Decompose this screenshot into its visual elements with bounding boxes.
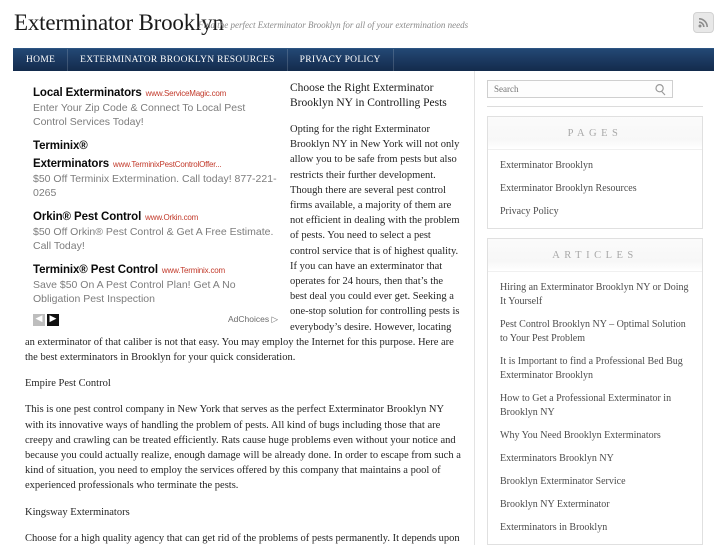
ad-title[interactable]: Orkin® Pest Control — [33, 211, 141, 223]
site-tagline: Find the perfect Exterminator Brooklyn f… — [198, 20, 469, 30]
search-box[interactable] — [487, 80, 673, 98]
ad-description: $50 Off Terminix Extermination. Call tod… — [33, 173, 277, 199]
widget-list-pages: Exterminator Brooklyn Exterminator Brook… — [488, 150, 702, 219]
search-widget — [487, 80, 703, 107]
ad-description: Save $50 On A Pest Control Plan! Get A N… — [33, 279, 236, 305]
list-item[interactable]: Privacy Policy — [500, 205, 690, 219]
nav-item-home[interactable]: HOME — [13, 49, 69, 71]
list-item[interactable]: Hiring an Exterminator Brooklyn NY or Do… — [500, 281, 690, 309]
nav-item-privacy-policy[interactable]: PRIVACY POLICY — [288, 49, 394, 71]
nav-filler — [394, 49, 714, 71]
list-item[interactable]: Exterminator Brooklyn Resources — [500, 182, 690, 196]
ad-title[interactable]: Terminix® Pest Control — [33, 264, 158, 276]
ad-description: $50 Off Orkin® Pest Control & Get A Free… — [33, 226, 274, 252]
body-wrapper: Local Exterminators www.ServiceMagic.com … — [13, 71, 714, 545]
article-paragraph-2: This is one pest control company in New … — [25, 404, 461, 492]
ad-title[interactable]: Local Exterminators — [33, 87, 142, 99]
ad-url[interactable]: www.TerminixPestControlOffer... — [113, 160, 222, 169]
list-item[interactable]: Why You Need Brooklyn Exterminators — [500, 429, 690, 443]
ad-unit[interactable]: Terminix® Pest Control www.Terminix.com S… — [33, 260, 278, 306]
ad-unit[interactable]: Terminix® Exterminators www.TerminixPestC… — [33, 136, 278, 200]
article-subheading-2: Kingsway Exterminators — [25, 506, 130, 518]
site-title: Exterminator Brooklyn — [14, 10, 224, 35]
list-item[interactable]: Exterminators Brooklyn NY — [500, 452, 690, 466]
ad-url[interactable]: www.ServiceMagic.com — [146, 89, 227, 98]
list-item[interactable]: Brooklyn NY Exterminator — [500, 498, 690, 512]
ad-unit[interactable]: Local Exterminators www.ServiceMagic.com … — [33, 83, 278, 129]
widget-title-articles: ARTICLES — [488, 239, 702, 272]
page-root: Exterminator Brooklyn Find the perfect E… — [0, 0, 727, 545]
ad-title[interactable]: Terminix® Exterminators — [33, 140, 109, 170]
widget-articles: ARTICLES Hiring an Exterminator Brooklyn… — [487, 238, 703, 545]
rss-feed-icon[interactable] — [693, 12, 714, 33]
ad-pagination: ◀ ▶ — [33, 313, 59, 326]
nav-item-resources[interactable]: EXTERMINATOR BROOKLYN RESOURCES — [68, 49, 288, 71]
sidebar: PAGES Exterminator Brooklyn Exterminator… — [475, 71, 711, 545]
widget-list-articles: Hiring an Exterminator Brooklyn NY or Do… — [488, 272, 702, 535]
widget-title-pages: PAGES — [488, 117, 702, 150]
main-navigation: HOME EXTERMINATOR BROOKLYN RESOURCES PRI… — [13, 48, 714, 71]
site-header: Exterminator Brooklyn Find the perfect E… — [0, 0, 727, 48]
main-content: Local Exterminators www.ServiceMagic.com … — [13, 71, 475, 545]
ad-next-arrow-icon[interactable]: ▶ — [47, 313, 59, 326]
list-item[interactable]: Exterminators in Brooklyn — [500, 521, 690, 535]
advertisement-block: Local Exterminators www.ServiceMagic.com … — [33, 83, 278, 326]
adchoices-link[interactable]: AdChoices ▷ — [228, 314, 278, 325]
ad-description: Enter Your Zip Code & Connect To Local P… — [33, 102, 246, 128]
search-input[interactable] — [488, 81, 672, 97]
article-subheading-1: Empire Pest Control — [25, 378, 111, 390]
list-item[interactable]: Brooklyn Exterminator Service — [500, 475, 690, 489]
ad-url[interactable]: www.Terminix.com — [162, 266, 225, 275]
ad-prev-arrow-icon[interactable]: ◀ — [33, 313, 45, 326]
list-item[interactable]: How to Get a Professional Exterminator i… — [500, 392, 690, 420]
ad-unit[interactable]: Orkin® Pest Control www.Orkin.com $50 Off… — [33, 207, 278, 253]
list-item[interactable]: It is Important to find a Professional B… — [500, 355, 690, 383]
list-item[interactable]: Exterminator Brooklyn — [500, 159, 690, 173]
ad-url[interactable]: www.Orkin.com — [145, 213, 198, 222]
article-paragraph-3: Choose for a high quality agency that ca… — [25, 532, 460, 544]
widget-pages: PAGES Exterminator Brooklyn Exterminator… — [487, 116, 703, 229]
list-item[interactable]: Pest Control Brooklyn NY – Optimal Solut… — [500, 318, 690, 346]
ad-footer: ◀ ▶ AdChoices ▷ — [33, 313, 278, 326]
search-icon[interactable] — [654, 83, 667, 101]
